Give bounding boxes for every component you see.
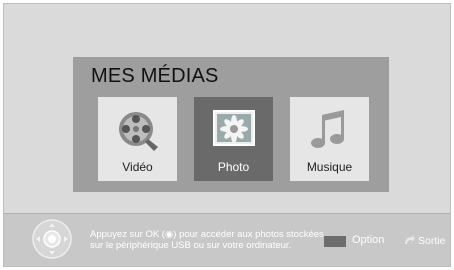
menu-title: MES MÉDIAS (91, 65, 219, 87)
photo-tile[interactable]: Photo (194, 97, 273, 181)
exit-label[interactable]: Sortie (418, 235, 445, 247)
music-note-icon (310, 110, 344, 148)
help-bar: Appuyez sur OK (◉) pour accéder aux phot… (4, 213, 450, 266)
return-arrow-icon (405, 235, 415, 244)
media-menu-panel: MES MÉDIAS Vidéo Photo Musique (73, 57, 389, 192)
remote-dpad-icon (32, 219, 72, 259)
tv-screen: MES MÉDIAS Vidéo Photo Musique Appuyez s… (3, 3, 451, 267)
video-tile[interactable]: Vidéo (98, 97, 177, 181)
help-text: Appuyez sur OK (◉) pour accéder aux phot… (90, 229, 330, 251)
music-label: Musique (306, 160, 353, 174)
photo-flower-icon (212, 110, 255, 146)
film-reel-icon (118, 112, 158, 151)
help-text-line-1: Appuyez sur OK (◉) pour accéder aux phot… (90, 229, 324, 240)
video-label: Vidéo (122, 160, 153, 174)
option-label[interactable]: Option (352, 234, 384, 246)
music-tile[interactable]: Musique (290, 97, 369, 181)
photo-label: Photo (217, 160, 250, 174)
help-text-line-2: sur le périphérique USB ou sur votre ord… (90, 240, 292, 251)
option-key-icon (324, 236, 346, 247)
